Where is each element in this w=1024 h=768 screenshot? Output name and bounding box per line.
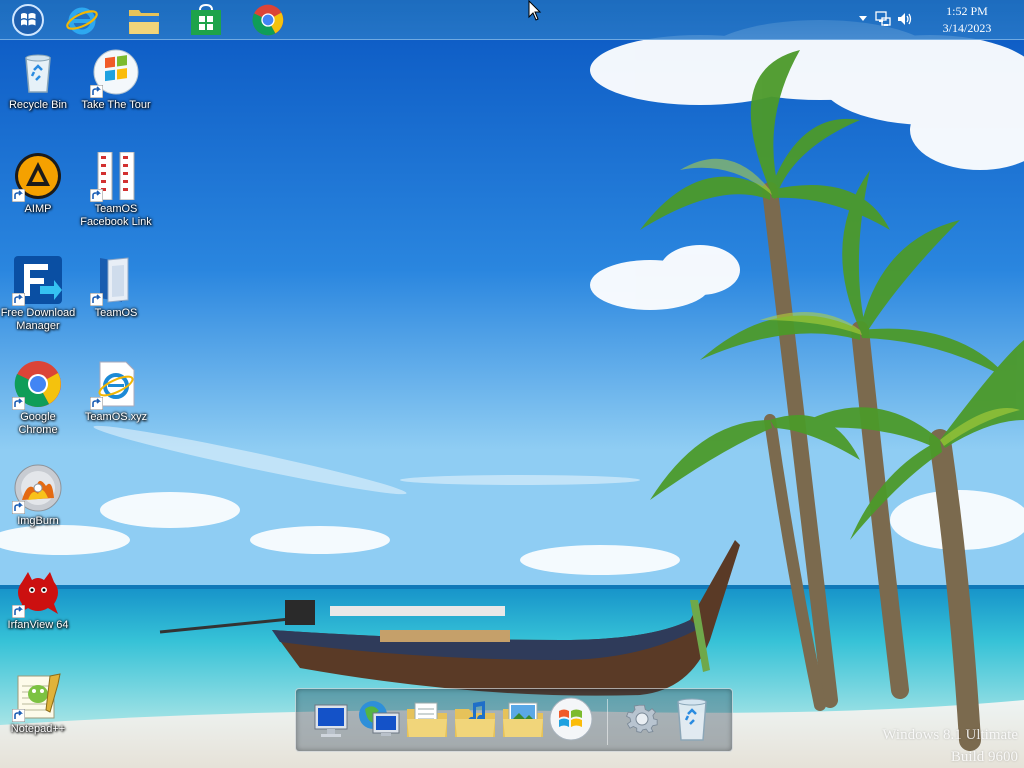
desktop-icon-take-the-tour[interactable]: Take The Tour xyxy=(78,48,154,112)
shortcut-arrow-icon xyxy=(12,501,25,514)
settings-gear-icon xyxy=(626,704,658,733)
taskbar-store-button[interactable] xyxy=(188,3,224,37)
desktop-icon-notepad-plus-plus[interactable]: Notepad++ xyxy=(0,672,76,736)
windows-logo-icon xyxy=(549,697,593,741)
shortcut-arrow-icon xyxy=(90,85,103,98)
dock xyxy=(295,688,733,752)
desktop-icon-google-chrome[interactable]: Google Chrome xyxy=(0,360,76,437)
speaker-icon xyxy=(898,13,912,25)
desktop-icon-teamos[interactable]: TeamOS xyxy=(78,256,154,320)
dock-recycle-bin-button[interactable] xyxy=(669,695,715,743)
recycle-bin-icon xyxy=(14,48,62,96)
shortcut-arrow-icon xyxy=(90,189,103,202)
folder-icon xyxy=(129,10,159,34)
desktop-icon-irfanview[interactable]: IrfanView 64 xyxy=(0,568,76,632)
desktop-icon-recycle-bin[interactable]: Recycle Bin xyxy=(0,48,76,112)
desktop-icon-teamos-facebook-link[interactable]: TeamOS Facebook Link xyxy=(78,151,154,229)
mouse-cursor-icon xyxy=(528,0,542,21)
show-hidden-icons-button[interactable] xyxy=(854,10,872,28)
aimp-icon xyxy=(12,152,62,202)
clock-date: 3/14/2023 xyxy=(942,21,992,35)
notepad-plus-plus-icon xyxy=(12,672,62,722)
network-icon xyxy=(359,701,400,736)
dock-settings-button[interactable] xyxy=(619,695,665,743)
watermark-edition: Windows 8.1 Ultimate xyxy=(882,727,1018,743)
desktop-icon-label: Notepad++ xyxy=(10,723,66,735)
desktop-icon-label: Take The Tour xyxy=(81,99,151,111)
taskbar-file-explorer-button[interactable] xyxy=(126,3,162,37)
chevron-up-icon xyxy=(859,16,867,21)
shortcut-arrow-icon xyxy=(12,189,25,202)
dock-network-button[interactable] xyxy=(356,695,402,743)
desktop-icon-label: IrfanView 64 xyxy=(7,619,69,631)
dock-computer-button[interactable] xyxy=(308,695,354,743)
taskbar-internet-explorer-button[interactable] xyxy=(64,3,100,37)
documents-folder-icon xyxy=(407,702,447,737)
dock-documents-button[interactable] xyxy=(404,695,450,743)
taskbar: 1:52 PM 3/14/2023 xyxy=(0,0,1024,40)
desktop-icon-label: Recycle Bin xyxy=(8,99,68,111)
desktop-icon-label: AIMP xyxy=(24,203,52,215)
dock-start-button[interactable] xyxy=(548,695,594,743)
music-folder-icon xyxy=(455,701,495,737)
desktop-icon-free-download-manager[interactable]: Free Download Manager xyxy=(0,256,76,333)
dock-pictures-button[interactable] xyxy=(500,695,546,743)
network-status-button[interactable] xyxy=(874,10,892,28)
ie-document-icon xyxy=(90,360,140,410)
network-status-icon xyxy=(875,11,891,26)
desktop-icon-label: TeamOS xyxy=(94,307,138,319)
system-tray: 1:52 PM 3/14/2023 xyxy=(854,0,1024,39)
shortcut-arrow-icon xyxy=(12,709,25,722)
ie-icon xyxy=(66,7,98,35)
teamos-book-icon xyxy=(90,256,140,306)
pictures-folder-icon xyxy=(503,702,543,737)
clock-time: 1:52 PM xyxy=(946,4,988,18)
desktop-icon-label: TeamOS.xyz xyxy=(84,411,148,423)
dock-separator xyxy=(607,699,608,745)
desktop-icon-label: TeamOS Facebook Link xyxy=(80,203,152,228)
desktop[interactable]: Recycle Bin Take The Tour AIMP TeamOS Fa… xyxy=(0,0,1024,768)
windows-logo-icon xyxy=(90,48,140,98)
dock-music-button[interactable] xyxy=(452,695,498,743)
computer-icon xyxy=(314,704,348,737)
start-orb-icon xyxy=(12,4,44,36)
shortcut-arrow-icon xyxy=(12,293,25,306)
chrome-icon xyxy=(252,4,284,36)
desktop-icon-teamos-xyz[interactable]: TeamOS.xyz xyxy=(78,360,154,424)
free-download-manager-icon xyxy=(12,256,62,306)
desktop-icon-label: ImgBurn xyxy=(17,515,59,527)
recycle-bin-icon xyxy=(677,698,707,741)
desktop-icon-label: Google Chrome xyxy=(18,411,58,436)
clock[interactable]: 1:52 PM 3/14/2023 xyxy=(932,3,1002,37)
irfanview-cat-icon xyxy=(12,568,62,618)
taskbar-chrome-button[interactable] xyxy=(250,3,286,37)
shortcut-arrow-icon xyxy=(90,293,103,306)
desktop-icon-imgburn[interactable]: ImgBurn xyxy=(0,464,76,528)
imgburn-disc-icon xyxy=(12,464,62,514)
shortcut-arrow-icon xyxy=(12,605,25,618)
shortcut-arrow-icon xyxy=(12,397,25,410)
start-button[interactable] xyxy=(10,3,46,37)
chrome-icon xyxy=(12,360,62,410)
windows-watermark: Windows 8.1 Ultimate Build 9600 xyxy=(882,724,1018,768)
desktop-icon-aimp[interactable]: AIMP xyxy=(0,152,76,216)
volume-button[interactable] xyxy=(896,10,914,28)
shortcut-arrow-icon xyxy=(90,397,103,410)
desktop-icon-label: Free Download Manager xyxy=(0,307,76,332)
store-icon xyxy=(191,4,221,35)
document-list-icon xyxy=(90,151,140,202)
watermark-build: Build 9600 xyxy=(950,749,1018,765)
